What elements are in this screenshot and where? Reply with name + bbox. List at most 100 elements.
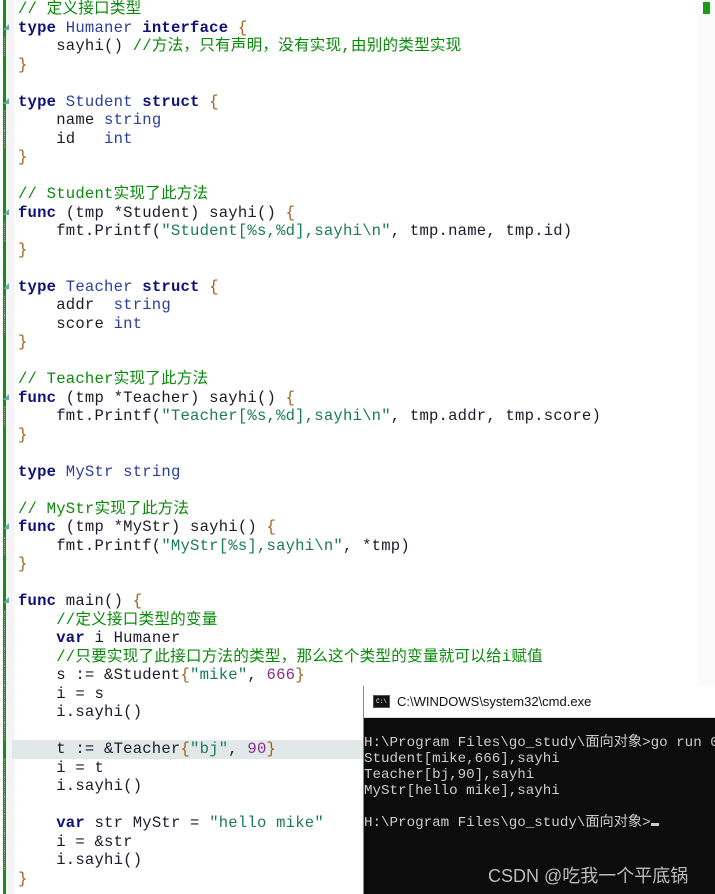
keyword: func xyxy=(18,203,57,222)
indent-guide xyxy=(4,758,5,777)
code-line[interactable]: fmt.Printf("Student[%s,%d],sayhi\n", tmp… xyxy=(4,222,715,241)
brace: } xyxy=(266,740,277,758)
code-line[interactable]: func (tmp *MyStr) sayhi() { xyxy=(3,518,715,537)
code-line[interactable]: func main() { xyxy=(3,592,715,611)
code-line[interactable]: score int xyxy=(4,314,715,333)
comment: // MyStr实现了此方法 xyxy=(18,499,190,518)
code-line[interactable]: fmt.Printf("MyStr[%s],sayhi\n", *tmp) xyxy=(4,536,715,555)
code-line[interactable]: } xyxy=(18,555,715,574)
brace: { xyxy=(132,592,143,610)
keyword: var xyxy=(56,629,85,647)
fold-toggle-icon[interactable] xyxy=(3,282,9,289)
code-line[interactable]: type MyStr string xyxy=(18,463,715,482)
code-line[interactable]: name string xyxy=(4,111,715,130)
code-line[interactable]: s := &Student{"mike", 666} xyxy=(4,666,715,685)
code-line[interactable]: // Teacher实现了此方法 xyxy=(18,370,715,389)
keyword: type xyxy=(18,462,57,481)
comment: //方法，只有声明，没有实现,由别的类型实现 xyxy=(132,37,462,55)
code-text: str MyStr = xyxy=(84,814,210,832)
comment: // 定义接口类型 xyxy=(18,0,142,18)
fold-toggle-icon[interactable] xyxy=(3,523,9,529)
indent-guide xyxy=(4,814,5,833)
console-line: Teacher[bj,90],sayhi xyxy=(364,767,715,783)
code-text: i = s xyxy=(18,684,105,703)
console-text: H:\Program Files\go_study\面向对象> xyxy=(364,815,651,831)
code-line[interactable]: // Student实现了此方法 xyxy=(18,185,715,204)
fold-toggle-icon[interactable] xyxy=(3,23,9,30)
code-line[interactable] xyxy=(18,259,715,278)
code-line[interactable] xyxy=(18,574,715,593)
fold-toggle-icon[interactable] xyxy=(3,208,9,215)
code-line[interactable]: } xyxy=(18,333,715,352)
code-line[interactable]: type Teacher struct { xyxy=(3,277,715,297)
code-text: , xyxy=(247,666,267,684)
code-line[interactable]: } xyxy=(18,56,715,75)
indent-guide xyxy=(4,851,5,870)
text-cursor xyxy=(650,823,659,826)
code-line[interactable]: //只要实现了此接口方法的类型，那么这个类型的变量就可以给i赋值 xyxy=(4,647,715,666)
code-text: (tmp *Teacher) sayhi() xyxy=(56,388,286,407)
code-text: fmt.Printf( xyxy=(18,222,162,240)
code-line[interactable]: type Student struct { xyxy=(3,93,715,112)
code-text: s := &Student xyxy=(18,666,181,684)
brace: { xyxy=(266,518,277,536)
fold-toggle-icon[interactable] xyxy=(3,597,9,603)
code-line[interactable]: // MyStr实现了此方法 xyxy=(18,500,715,519)
brace: } xyxy=(18,55,28,74)
indent-guide xyxy=(4,314,5,333)
brace: } xyxy=(18,555,28,573)
cmd-title-bar[interactable]: C:\ C:\WINDOWS\system32\cmd.exe xyxy=(364,686,715,718)
code-text: (tmp *MyStr) sayhi() xyxy=(56,518,267,536)
keyword: type xyxy=(18,277,57,296)
code-line[interactable]: fmt.Printf("Teacher[%s,%d],sayhi\n", tmp… xyxy=(4,407,715,426)
type-name: Teacher xyxy=(65,277,133,296)
type-name: int xyxy=(104,129,133,148)
indent-guide xyxy=(4,721,5,740)
type-name: string xyxy=(113,296,171,314)
brace: } xyxy=(18,869,28,888)
code-line[interactable]: var i Humaner xyxy=(4,629,715,648)
fold-toggle-icon[interactable] xyxy=(3,97,9,104)
console-text: Teacher[bj,90],sayhi xyxy=(364,767,535,783)
code-line[interactable]: //定义接口类型的变量 xyxy=(4,610,715,629)
code-text: score xyxy=(18,314,114,333)
code-line[interactable]: func (tmp *Student) sayhi() { xyxy=(3,203,715,223)
code-line[interactable] xyxy=(18,167,715,186)
code-text: , tmp.name, tmp.id) xyxy=(390,222,573,240)
fold-toggle-icon[interactable] xyxy=(3,393,9,400)
code-text: i.sayhi() xyxy=(18,703,143,721)
string-literal: "Teacher[%s,%d],sayhi\n" xyxy=(161,407,391,425)
code-line[interactable]: } xyxy=(18,241,715,260)
code-line[interactable]: addr string xyxy=(4,296,715,315)
code-line[interactable]: // 定义接口类型 xyxy=(18,0,715,19)
number-literal: 90 xyxy=(247,740,267,758)
console-output[interactable]: H:\Program Files\go_study\面向对象>go run 07… xyxy=(364,718,715,831)
code-line[interactable] xyxy=(18,74,715,93)
code-line[interactable]: func (tmp *Teacher) sayhi() { xyxy=(3,388,715,408)
comment: //定义接口类型的变量 xyxy=(56,610,218,629)
number-literal: 666 xyxy=(266,666,296,684)
code-line[interactable] xyxy=(18,444,715,463)
indent-guide xyxy=(4,111,5,130)
code-text: sayhi() xyxy=(18,37,133,55)
code-line[interactable]: sayhi() //方法，只有声明，没有实现,由别的类型实现 xyxy=(4,37,715,56)
code-line[interactable] xyxy=(18,481,715,500)
code-line[interactable] xyxy=(18,352,715,371)
watermark: CSDN @吃我一个平底锅 xyxy=(488,866,689,886)
code-line[interactable]: id int xyxy=(4,129,715,148)
code-line[interactable]: type Humaner interface { xyxy=(3,18,715,38)
type-name: string xyxy=(104,111,162,129)
indent-guide xyxy=(4,222,5,241)
type-name: string xyxy=(123,462,181,481)
comment: // Student实现了此方法 xyxy=(18,185,209,203)
code-line[interactable]: } xyxy=(18,426,715,445)
keyword: type xyxy=(18,18,57,37)
code-line[interactable]: } xyxy=(18,148,715,167)
console-line: Student[mike,666],sayhi xyxy=(364,751,715,767)
brace: } xyxy=(18,425,28,444)
